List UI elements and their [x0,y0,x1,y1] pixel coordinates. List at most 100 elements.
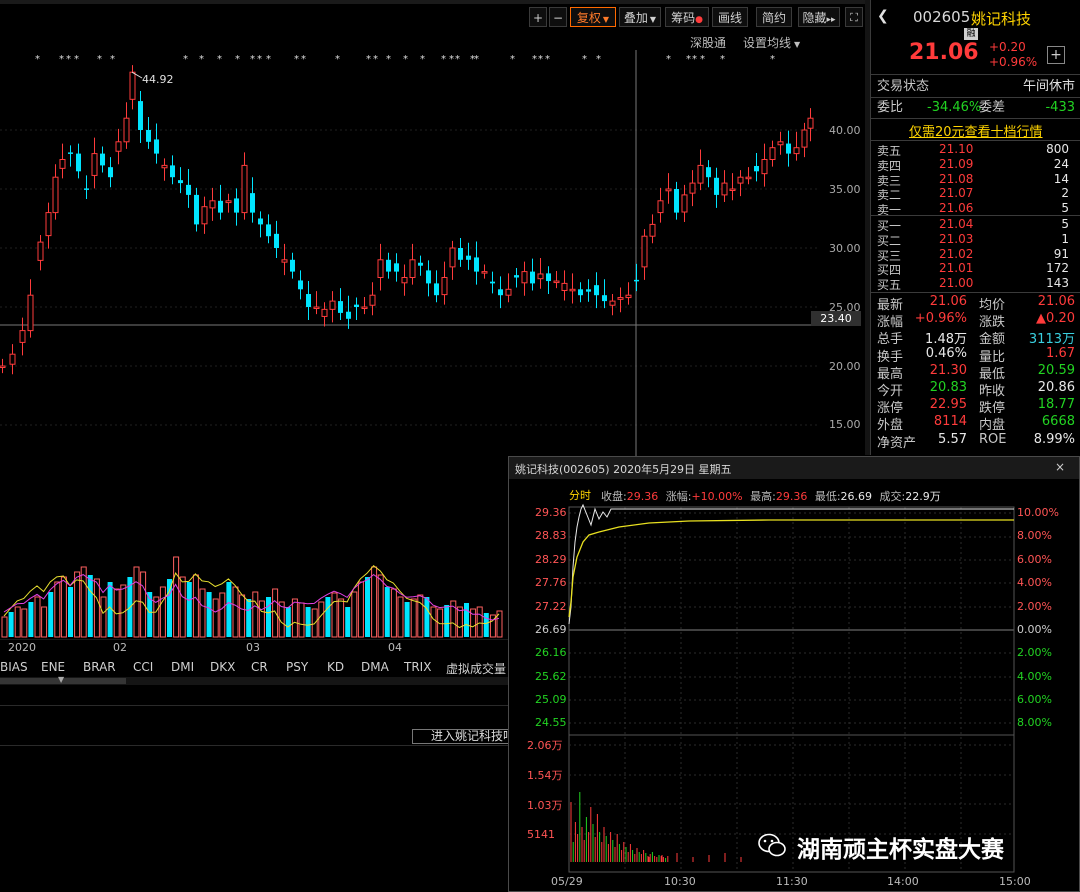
volume-bar [179,576,186,638]
volume-bar [397,596,404,638]
right-axis-label: 2.00% [1017,646,1052,659]
indicator-tab[interactable]: DMI [171,660,194,674]
candle-up [409,259,416,279]
intraday-chart[interactable] [509,457,1079,891]
date-label: 02 [113,641,127,654]
add-watchlist-button[interactable]: + [1047,46,1065,64]
candle-up [681,194,688,213]
candlestick-chart[interactable]: * * * * * * * * * * * * * * * * * * * * * * * * * * * * * * * * * * * * * * [0,50,865,460]
volume-bar [331,592,338,638]
candle-down [786,143,791,154]
indicator-tab[interactable]: ENE [41,660,65,674]
overlay-dropdown[interactable]: 叠加 ▼ [619,7,661,27]
chips-button[interactable]: 筹码● [665,7,709,27]
divider [0,745,510,746]
volume-bar [60,576,67,638]
indicator-tab[interactable]: CR [251,660,268,674]
hide-button[interactable]: 隐藏▸▸ [798,7,840,27]
stat-value: 21.06 [1037,294,1075,309]
stat-label: 今开 [877,384,904,399]
margin-badge: 融 [964,28,978,40]
stat-label: 最新 [877,298,904,313]
volume-bar [41,606,48,638]
candle-down [706,167,711,178]
set-ma-dropdown[interactable]: 设置均线 ▼ [743,34,800,51]
candle-up [91,153,98,176]
stat-value: 20.83 [929,380,967,395]
intraday-popup: 姚记科技(002605) 2020年5月29日 星期五 × 分时 收盘:29.3… [508,456,1080,892]
bid-price: 21.04 [939,217,974,231]
candle-down [514,275,519,278]
indicator-tab[interactable]: BRAR [83,660,116,674]
candle-up [617,297,624,300]
chevron-down-icon: ▼ [794,40,801,49]
volume-bar [417,594,424,638]
indicator-tab[interactable]: TRIX [404,660,431,674]
ten-level-link[interactable]: 仅需20元查看十档行情 [909,121,1043,140]
stat-value: 20.86 [1037,380,1075,395]
fullscreen-icon[interactable]: ⛶ [845,7,863,27]
bid-price: 21.03 [939,231,974,246]
enter-forum-button[interactable]: 进入姚记科技吧 [412,729,512,744]
simple-button[interactable]: 简约 [756,7,792,27]
right-axis-label: 6.00% [1017,693,1052,706]
indicator-tab[interactable]: CCI [133,660,153,674]
zoom-in-button[interactable]: + [529,7,547,27]
stat-value: 1.67 [1046,345,1075,361]
volume-bar [87,575,93,637]
candle-up [729,188,736,191]
indicator-tab[interactable]: DKX [210,660,235,674]
horizontal-scrollbar[interactable]: ▼ [0,675,510,685]
candle-up [281,259,288,263]
volume-bar [404,602,410,637]
price-line [568,503,1014,625]
indicator-tab[interactable]: BIAS [0,660,28,674]
candle-down [530,271,535,284]
volume-bar [345,607,351,637]
indicator-tab[interactable]: KD [327,660,344,674]
volume-chart[interactable] [0,540,510,640]
candle-up [641,235,648,268]
indicator-tab[interactable]: PSY [286,660,308,674]
candle-up [793,147,800,155]
left-axis-label: 28.83 [535,529,567,542]
candle-down [306,294,311,307]
red-dot-icon: ● [695,15,703,25]
price-axis-label: 30.00 [829,242,861,255]
volume-bar [371,566,378,638]
left-axis-label: 29.36 [535,506,567,519]
indicator-tab[interactable]: 虚拟成交量 [446,660,506,677]
back-arrow-icon[interactable]: ❮ [877,8,889,24]
candle-up [801,129,808,148]
star-marker: * [183,54,188,65]
volume-axis-label: 1.03万 [527,799,563,812]
shengutong-link[interactable]: 深股通 [690,34,726,51]
star-marker: * [403,54,408,65]
bid-price: 21.00 [939,276,974,291]
star-marker: * [582,54,587,65]
candle-up [52,176,59,214]
candle-up [561,282,568,291]
star-marker: * [538,54,543,65]
indicator-tab[interactable]: DMA [361,660,389,674]
divider [871,118,1080,119]
volume-bar [167,579,172,637]
right-axis-label: 2.00% [1017,600,1052,613]
right-axis-label: 4.00% [1017,670,1052,683]
zoom-out-button[interactable]: − [549,7,567,27]
candle-down [714,177,719,195]
candle-up [401,277,408,284]
candle-down [68,152,73,154]
time-axis-label: 15:00 [999,875,1031,888]
watermark-text: 湖南顽主杯实盘大赛 [797,837,1004,863]
stat-value: 8.99% [1033,431,1075,447]
ask-volume: 14 [1053,171,1069,186]
volume-bar [199,588,206,638]
draw-line-button[interactable]: 画线 [712,7,748,27]
candle-down [234,198,239,213]
candle-down [754,165,759,172]
star-marker: * [199,54,204,65]
fuquan-dropdown[interactable]: 复权 ▼ [570,7,616,27]
volume-bar [54,581,61,638]
price-axis-label: 15.00 [829,418,861,431]
